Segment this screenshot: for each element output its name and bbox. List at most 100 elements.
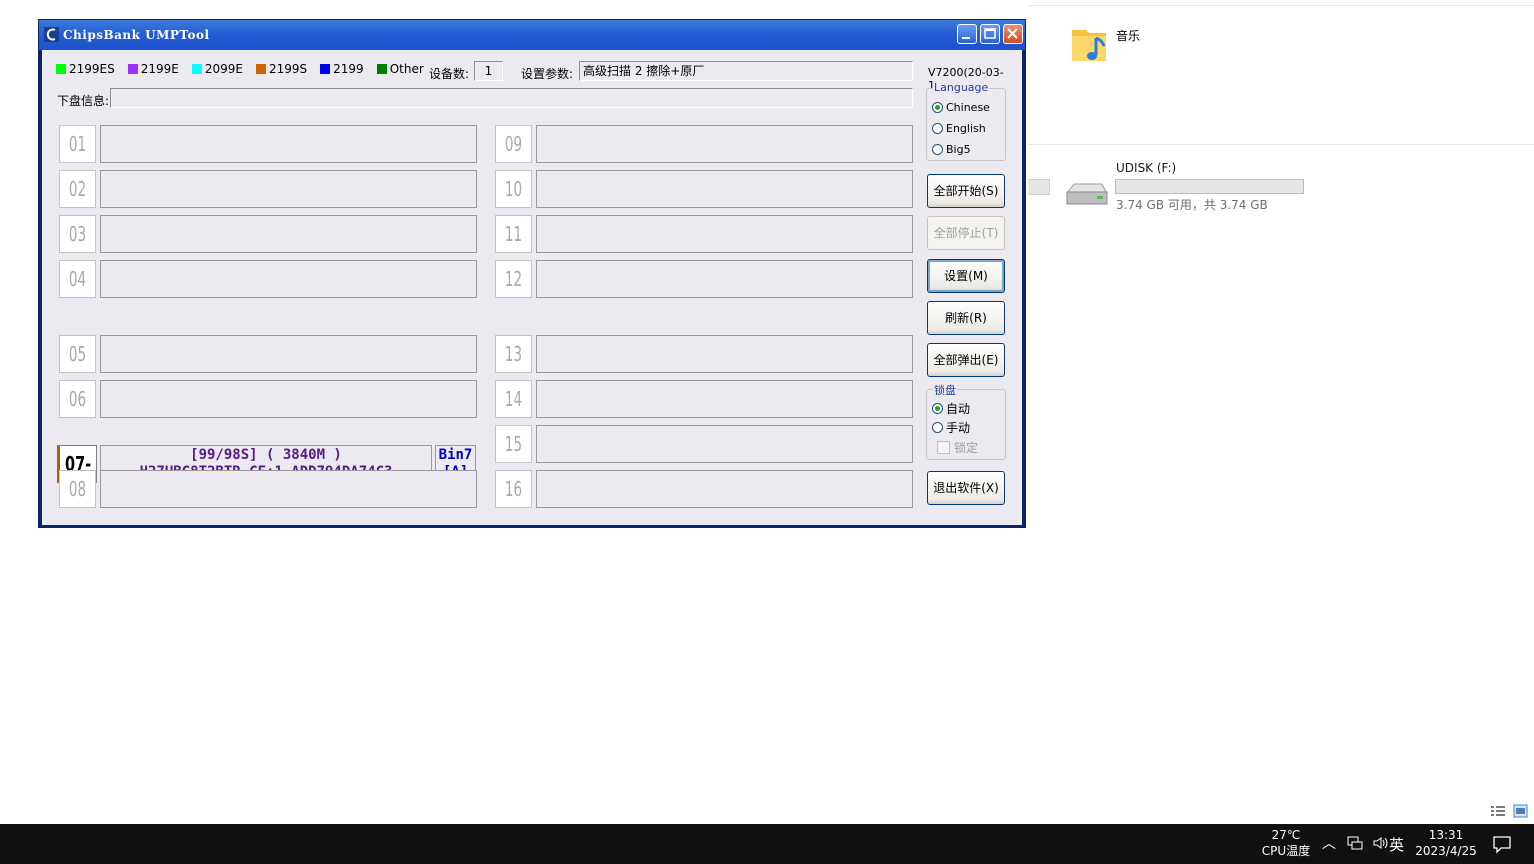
legend-swatch bbox=[320, 64, 331, 74]
cpu-temp-widget[interactable]: 27℃ CPU温度 bbox=[1258, 827, 1314, 859]
lock-auto-label: 自动 bbox=[946, 402, 971, 416]
legend-swatch bbox=[376, 64, 387, 74]
radio-selected-icon bbox=[932, 403, 943, 414]
slot-07-capacity: [99/98S] ( 3840M ) bbox=[190, 447, 342, 463]
chevron-up-icon[interactable]: ︿ bbox=[1320, 835, 1338, 853]
language-chinese-radio[interactable]: Chinese bbox=[932, 101, 990, 114]
maximize-icon bbox=[984, 28, 996, 39]
legend-swatch bbox=[191, 64, 202, 74]
slot-number-03: 03 bbox=[59, 215, 96, 253]
start-all-button[interactable]: 全部开始(S) bbox=[927, 174, 1005, 208]
view-toggle-icons[interactable] bbox=[1489, 804, 1529, 818]
umptool-window: ChipsBank UMPTool 2199ES 2199E 2099E 2199S 2… bbox=[38, 19, 1026, 528]
language-english-label: English bbox=[946, 122, 986, 135]
title-bar[interactable]: ChipsBank UMPTool bbox=[39, 20, 1025, 50]
slot-number-11: 11 bbox=[495, 215, 532, 253]
slot-status-15 bbox=[536, 425, 913, 463]
slot-status-11 bbox=[536, 215, 913, 253]
lock-group: 锁盘 自动 手动 锁定 bbox=[926, 382, 1006, 460]
settings-field: 高级扫描 2 擦除+原厂 bbox=[579, 61, 913, 81]
settings-button[interactable]: 设置(M) bbox=[927, 259, 1005, 293]
drive-capacity-bar bbox=[1028, 179, 1050, 195]
slot-number-16: 16 bbox=[495, 470, 532, 508]
slot-status-14 bbox=[536, 380, 913, 418]
lock-manual-label: 手动 bbox=[946, 421, 971, 435]
legend-swatch bbox=[56, 64, 66, 74]
device-count-label: 设备数: bbox=[429, 67, 470, 81]
clock-time: 13:31 bbox=[1428, 828, 1464, 842]
slot-number-02: 02 bbox=[59, 170, 96, 208]
cpu-temp-value: 27℃ bbox=[1271, 828, 1301, 842]
radio-icon bbox=[932, 144, 943, 155]
slot-number-12: 12 bbox=[495, 260, 532, 298]
download-info-field bbox=[110, 88, 913, 108]
slot-status-16 bbox=[536, 470, 913, 508]
language-group-title: Language bbox=[933, 81, 990, 94]
maximize-button[interactable] bbox=[980, 24, 1000, 44]
lock-group-title: 锁盘 bbox=[933, 382, 957, 398]
slot-number-05: 05 bbox=[59, 335, 96, 373]
notification-icon[interactable] bbox=[1492, 834, 1512, 854]
close-button[interactable] bbox=[1003, 24, 1023, 44]
lock-manual-radio[interactable]: 手动 bbox=[932, 419, 970, 436]
slot-status-10 bbox=[536, 170, 913, 208]
slot-status-01 bbox=[100, 125, 477, 163]
slot-status-04 bbox=[100, 260, 477, 298]
cpu-temp-label: CPU温度 bbox=[1261, 844, 1311, 858]
legend-label: 2199 bbox=[333, 62, 364, 76]
clock[interactable]: 13:31 2023/4/25 bbox=[1408, 827, 1484, 859]
device-count-field: 1 bbox=[474, 61, 503, 81]
slot-status-08 bbox=[100, 470, 477, 508]
lock-auto-radio[interactable]: 自动 bbox=[932, 400, 970, 417]
language-chinese-label: Chinese bbox=[946, 101, 990, 114]
slot-status-03 bbox=[100, 215, 477, 253]
minimize-button[interactable] bbox=[957, 24, 977, 44]
legend-label: 2199S bbox=[269, 62, 308, 76]
music-folder-icon[interactable] bbox=[1070, 24, 1110, 66]
legend-swatch bbox=[256, 64, 266, 74]
lock-checkbox[interactable]: 锁定 bbox=[937, 439, 978, 456]
lock-checkbox-label: 锁定 bbox=[954, 441, 979, 455]
window-client-area: 2199ES 2199E 2099E 2199S 2199 Other 设备数: 1 设置… bbox=[42, 50, 1022, 525]
slot-number-13: 13 bbox=[495, 335, 532, 373]
close-icon bbox=[1007, 28, 1018, 39]
legend-item: 2199S bbox=[256, 62, 307, 76]
network-icon[interactable] bbox=[1346, 835, 1364, 853]
explorer-divider bbox=[1028, 144, 1534, 145]
volume-icon[interactable] bbox=[1372, 835, 1390, 853]
eject-all-button[interactable]: 全部弹出(E) bbox=[927, 343, 1005, 377]
minimize-icon bbox=[962, 37, 970, 39]
language-big5-radio[interactable]: Big5 bbox=[932, 143, 971, 156]
slot-number-01: 01 bbox=[59, 125, 96, 163]
ime-indicator[interactable]: 英 bbox=[1389, 834, 1404, 855]
chip-legend: 2199ES 2199E 2099E 2199S 2199 Other bbox=[56, 62, 437, 76]
legend-label: 2199ES bbox=[69, 62, 115, 76]
legend-item: 2199 bbox=[320, 62, 364, 76]
slot-status-12 bbox=[536, 260, 913, 298]
drive-name[interactable]: UDISK (F:) bbox=[1116, 161, 1176, 175]
refresh-button[interactable]: 刷新(R) bbox=[927, 301, 1005, 335]
radio-icon bbox=[932, 123, 943, 134]
chipsbank-logo-icon bbox=[44, 27, 59, 42]
window-title: ChipsBank UMPTool bbox=[63, 28, 210, 42]
legend-label: 2099E bbox=[204, 62, 243, 76]
slot-number-08: 08 bbox=[59, 470, 96, 508]
language-english-radio[interactable]: English bbox=[932, 122, 986, 135]
legend-item: 2199E bbox=[127, 62, 179, 76]
music-folder-label[interactable]: 音乐 bbox=[1116, 27, 1140, 44]
taskbar: 27℃ CPU温度 ︿ 英 13:31 2023/4/25 bbox=[0, 824, 1534, 864]
legend-item: 2199ES bbox=[56, 62, 115, 76]
radio-selected-icon bbox=[932, 102, 943, 113]
exit-button[interactable]: 退出软件(X) bbox=[927, 471, 1005, 505]
slot-07-bin-label: Bin7 bbox=[438, 447, 473, 463]
drive-usage-bar bbox=[1115, 179, 1304, 194]
slot-status-06 bbox=[100, 380, 477, 418]
slot-number-06: 06 bbox=[59, 380, 96, 418]
legend-label: Other bbox=[389, 62, 424, 76]
usb-drive-icon[interactable] bbox=[1064, 180, 1110, 210]
stop-all-button[interactable]: 全部停止(T) bbox=[927, 216, 1005, 250]
slot-number-04: 04 bbox=[59, 260, 96, 298]
slot-number-10: 10 bbox=[495, 170, 532, 208]
download-info-label: 下盘信息: bbox=[57, 94, 110, 108]
language-group: Language Chinese English Big5 bbox=[926, 81, 1006, 161]
